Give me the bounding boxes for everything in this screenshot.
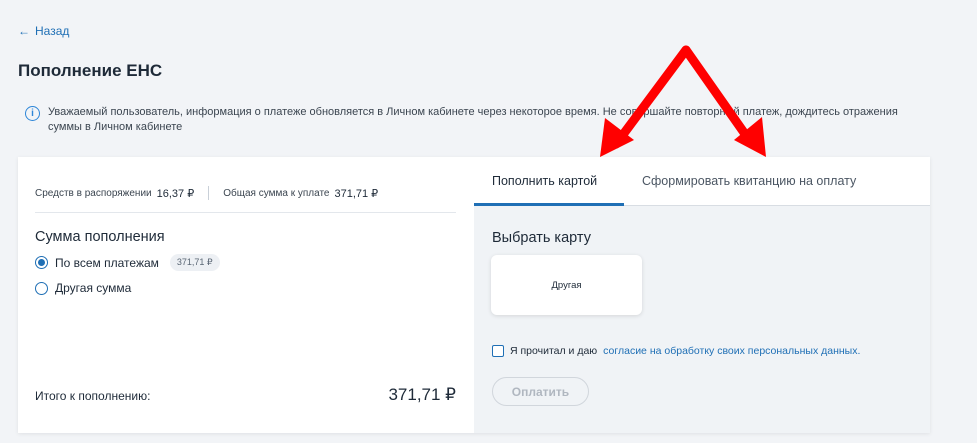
total-value: 371,71 ₽ <box>388 385 456 405</box>
due-label: Общая сумма к уплате <box>223 188 329 199</box>
info-text: Уважаемый пользователь, информация о пла… <box>48 105 925 135</box>
consent-link[interactable]: согласие на обработку своих персональных… <box>603 345 860 357</box>
total-row: Итого к пополнению: 371,71 ₽ <box>35 385 456 405</box>
info-icon: i <box>25 106 40 121</box>
arrow-left-icon: ← <box>18 24 30 38</box>
info-notice: i Уважаемый пользователь, информация о п… <box>25 105 925 135</box>
consent-text: Я прочитал и даю <box>510 345 597 357</box>
choose-card-title: Выбрать карту <box>492 230 591 246</box>
divider <box>35 212 456 213</box>
radio-all-payments-label: По всем платежам <box>55 256 159 270</box>
tab-generate-receipt[interactable]: Сформировать квитанцию на оплату <box>642 174 856 188</box>
active-tab-indicator <box>474 203 624 206</box>
balance-row: Средств в распоряжении 16,37 ₽ Общая сум… <box>35 186 456 200</box>
radio-checked-icon <box>35 256 48 269</box>
radio-other-amount-label: Другая сумма <box>55 281 131 295</box>
total-label: Итого к пополнению: <box>35 389 150 403</box>
page-title: Пополнение ЕНС <box>18 61 162 81</box>
topup-title: Сумма пополнения <box>35 229 165 245</box>
left-panel: Средств в распоряжении 16,37 ₽ Общая сум… <box>18 157 474 433</box>
pay-button[interactable]: Оплатить <box>492 377 589 406</box>
radio-all-payments[interactable]: По всем платежам 371,71 ₽ <box>35 254 220 271</box>
due-value: 371,71 ₽ <box>334 187 378 200</box>
payment-card: Средств в распоряжении 16,37 ₽ Общая сум… <box>18 157 930 433</box>
right-panel: Пополнить картой Сформировать квитанцию … <box>474 157 930 433</box>
balance-separator <box>208 186 209 200</box>
available-value: 16,37 ₽ <box>157 187 195 200</box>
available-label: Средств в распоряжении <box>35 188 152 199</box>
tab-bar: Пополнить картой Сформировать квитанцию … <box>474 157 930 206</box>
radio-other-amount[interactable]: Другая сумма <box>35 281 131 295</box>
back-link-label: Назад <box>35 24 69 38</box>
consent-row: Я прочитал и даю согласие на обработку с… <box>492 345 860 357</box>
radio-unchecked-icon <box>35 282 48 295</box>
tab-pay-by-card[interactable]: Пополнить картой <box>492 174 597 188</box>
amount-chip: 371,71 ₽ <box>170 254 220 271</box>
back-link[interactable]: ← Назад <box>18 24 69 38</box>
card-option-other[interactable]: Другая <box>491 255 642 315</box>
consent-checkbox[interactable] <box>492 345 504 357</box>
